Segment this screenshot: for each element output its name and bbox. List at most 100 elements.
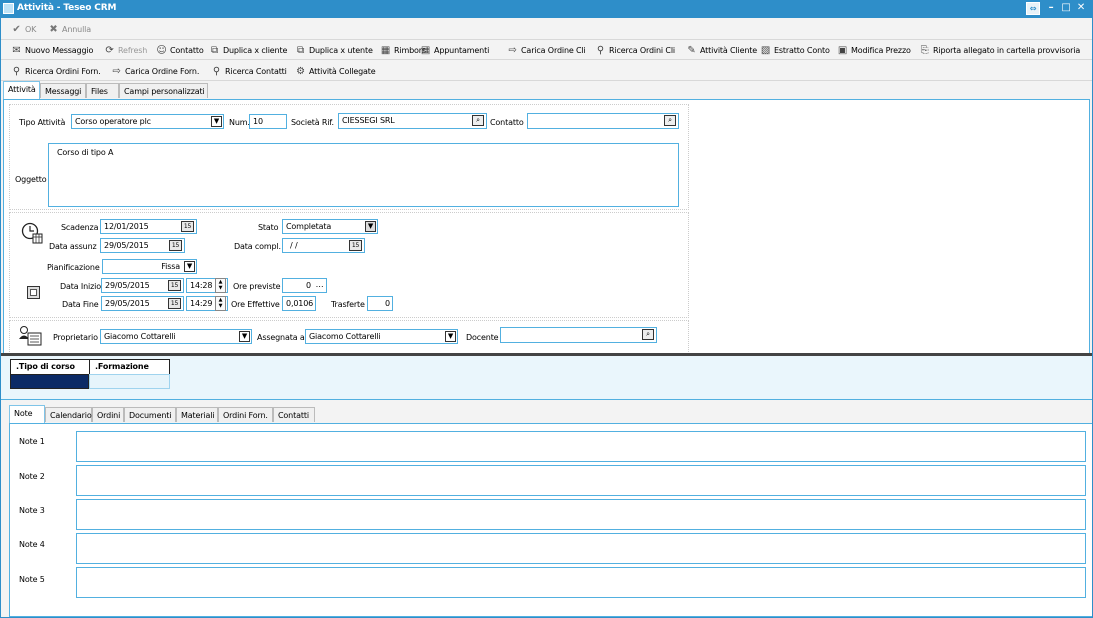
toolbar-item-contatto[interactable]: ☺ Contatto (156, 44, 203, 56)
arrow-right-icon: ⇨ (112, 65, 121, 77)
price-icon: ▣ (837, 44, 848, 56)
pianificazione-label: Pianificazione (47, 263, 100, 272)
note-1-field[interactable] (76, 431, 1086, 462)
toolbar-item-estratto-conto[interactable]: ▧ Estratto Conto (760, 44, 830, 56)
contatto-field[interactable]: ⌕ (527, 113, 679, 129)
ora-inizio-spinner[interactable]: ▲ ▼ (215, 278, 226, 293)
linked-activity-icon: ⚙ (296, 65, 305, 77)
toolbar-item-attivit-collegate[interactable]: ⚙ Attività Collegate (295, 65, 376, 77)
data-fine-field[interactable]: 29/05/2015 15 (101, 296, 184, 311)
activity-icon: ✎ (687, 44, 696, 56)
refresh-icon: ⟳ (105, 44, 114, 56)
tab-contatti[interactable]: Contatti (273, 407, 315, 422)
data-assunz-field[interactable]: 29/05/2015 15 (100, 238, 185, 253)
data-compl-field[interactable]: / / 15 (282, 238, 365, 253)
ore-effettive-field[interactable]: 0,0106 (282, 296, 316, 311)
note-2-field[interactable] (76, 465, 1086, 496)
ore-effettive-label: Ore Effettive (231, 300, 280, 309)
note-3-field[interactable] (76, 499, 1086, 530)
calendar-icon: ▤ (420, 44, 431, 56)
statement-icon: ▧ (760, 44, 771, 56)
tipo-attivita-select[interactable]: Corso operatore plc ▼ (71, 114, 224, 129)
tab-campi-personalizzati[interactable]: Campi personalizzati (119, 83, 208, 98)
ellipsis-icon[interactable]: … (314, 280, 325, 291)
docente-field[interactable]: ⌕ (500, 327, 657, 343)
toolbar-item-ricerca-ordini-forn[interactable]: ⚲ Ricerca Ordini Forn. (11, 65, 101, 77)
arrow-right-icon: ⇨ (508, 44, 517, 56)
chevron-down-icon[interactable]: ▼ (211, 116, 222, 127)
toolbar-item-refresh[interactable]: ⟳ Refresh (104, 44, 147, 56)
minimize-button[interactable]: – (1044, 2, 1058, 15)
grid-cell[interactable] (89, 374, 170, 389)
scadenza-field[interactable]: 12/01/2015 15 (100, 219, 197, 234)
calendar-icon[interactable]: 15 (181, 221, 194, 232)
proprietario-select[interactable]: Giacomo Cottarelli ▼ (100, 329, 252, 344)
societa-field[interactable]: CIESSEGI SRL ⌕ (338, 113, 487, 129)
calendar-icon[interactable]: 15 (168, 298, 181, 309)
toolbar-item-duplica-x-utente[interactable]: ⧉ Duplica x utente (295, 44, 373, 56)
data-inizio-field[interactable]: 29/05/2015 15 (101, 278, 184, 293)
data-assunz-label: Data assunz (49, 242, 97, 251)
ore-previste-field[interactable]: 0 … (282, 278, 327, 293)
toolbar-confirm: ✔ OK ✖ Annulla (1, 18, 1092, 40)
pianificazione-select[interactable]: Fissa ▼ (102, 259, 197, 274)
title-bar[interactable]: Attività - Teseo CRM ⇔ – □ ✕ (0, 0, 1093, 18)
close-button[interactable]: ✕ (1074, 2, 1088, 15)
maximize-button[interactable]: □ (1059, 2, 1073, 15)
tab-attivita[interactable]: Attività (3, 81, 40, 99)
num-field[interactable]: 10 (249, 114, 287, 129)
chevron-down-icon[interactable]: ▼ (239, 331, 250, 342)
search-icon[interactable]: ⌕ (642, 329, 654, 340)
toolbar-item-ricerca-contatti[interactable]: ⚲ Ricerca Contatti (211, 65, 287, 77)
calendar-icon[interactable]: 15 (169, 240, 182, 251)
ora-fine-spinner[interactable]: ▲ ▼ (215, 296, 226, 311)
toolbar-item-nuovo-messaggio[interactable]: ✉ Nuovo Messaggio (11, 44, 93, 56)
tab-files[interactable]: Files (86, 83, 119, 98)
note-1-label: Note 1 (19, 437, 45, 446)
attachment-icon: ⎘ (920, 44, 929, 56)
data-compl-label: Data compl. (234, 242, 281, 251)
grid-header-tipo-corso[interactable]: .Tipo di corso (10, 359, 89, 374)
toolbar-item-riporta-allegato-in-cartella-provvisoria[interactable]: ⎘ Riporta allegato in cartella provvisori… (919, 44, 1081, 56)
restore-size-icon[interactable]: ⇔ (1026, 2, 1040, 15)
tab-ordini[interactable]: Ordini (92, 407, 124, 422)
tab-calendario[interactable]: Calendario (45, 407, 92, 422)
toolbar-item-modifica-prezzo[interactable]: ▣ Modifica Prezzo (837, 44, 911, 56)
tab-documenti[interactable]: Documenti (124, 407, 176, 422)
annulla-button[interactable]: ✖ Annulla (48, 23, 91, 35)
chevron-down-icon[interactable]: ▼ (445, 331, 456, 342)
assegnata-label: Assegnata a (257, 333, 305, 342)
note-4-label: Note 4 (19, 540, 45, 549)
grid-header-formazione[interactable]: .Formazione (89, 359, 170, 374)
cancel-x-icon: ✖ (49, 23, 58, 35)
grid-cell-selected[interactable] (10, 374, 89, 389)
data-inizio-label: Data Inizio (60, 282, 101, 291)
chevron-down-icon[interactable]: ▼ (184, 261, 195, 272)
contatto-label: Contatto (490, 118, 524, 127)
toolbar-item-duplica-x-cliente[interactable]: ⧉ Duplica x cliente (209, 44, 287, 56)
calendar-icon[interactable]: 15 (168, 280, 181, 291)
stato-select[interactable]: Completata ▼ (282, 219, 378, 234)
tab-messaggi[interactable]: Messaggi (40, 83, 86, 98)
tab-ordini-forn[interactable]: Ordini Forn. (218, 407, 273, 422)
ok-button[interactable]: ✔ OK (11, 23, 36, 35)
trasferte-field[interactable]: 0 (367, 296, 393, 311)
toolbar-item-attivit-cliente[interactable]: ✎ Attività Cliente (686, 44, 757, 56)
toolbar-item-appuntamenti[interactable]: ▤ Appuntamenti (420, 44, 489, 56)
calendar-small-icon (27, 286, 40, 299)
search-icon[interactable]: ⌕ (472, 115, 484, 126)
toolbar-item-carica-ordine-cli[interactable]: ⇨ Carica Ordine Cli (507, 44, 585, 56)
chevron-down-icon[interactable]: ▼ (365, 221, 376, 232)
calendar-icon[interactable]: 15 (349, 240, 362, 251)
oggetto-textarea[interactable]: Corso di tipo A (48, 143, 679, 207)
tab-note[interactable]: Note (9, 405, 45, 423)
envelope-icon: ✉ (12, 44, 21, 56)
toolbar-item-carica-ordine-forn[interactable]: ⇨ Carica Ordine Forn. (111, 65, 199, 77)
note-5-field[interactable] (76, 567, 1086, 598)
tab-materiali[interactable]: Materiali (176, 407, 218, 422)
toolbar-item-ricerca-ordini-cli[interactable]: ⚲ Ricerca Ordini Cli (595, 44, 675, 56)
assegnata-select[interactable]: Giacomo Cottarelli ▼ (305, 329, 458, 344)
search-icon[interactable]: ⌕ (664, 115, 676, 126)
note-4-field[interactable] (76, 533, 1086, 564)
binoculars-icon: ⚲ (596, 44, 605, 56)
